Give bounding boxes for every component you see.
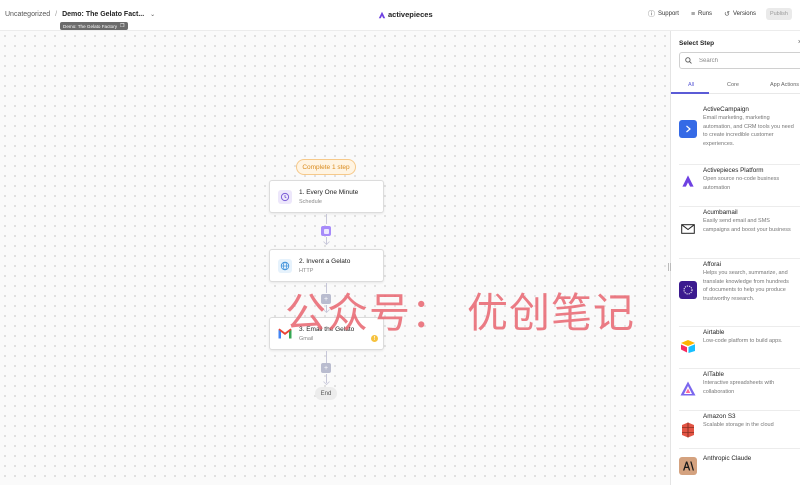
mail-icon — [679, 220, 697, 238]
piece-name: Airtable — [703, 329, 725, 336]
anthropic-icon — [679, 457, 697, 475]
select-step-panel: Select Step × All Core App Actions Activ… — [671, 31, 800, 485]
piece-description: Easily send email and SMS campaigns and … — [703, 218, 791, 233]
versions-label: Versions — [732, 11, 756, 17]
add-step-button[interactable] — [321, 226, 331, 236]
end-node: End — [315, 387, 337, 400]
runs-button[interactable]: ≡ Runs — [691, 11, 712, 18]
piece-item-activecampaign[interactable]: ActiveCampaign Email marketing, marketin… — [679, 106, 800, 165]
piece-item-amazon-s3[interactable]: Amazon S3 Scalable storage in the cloud — [679, 413, 800, 449]
piece-description: Low-code platform to build apps. — [703, 338, 783, 344]
step-subtitle: Schedule — [299, 198, 322, 205]
activecampaign-icon — [679, 120, 697, 138]
connector-line — [326, 214, 327, 224]
runs-label: Runs — [698, 11, 713, 17]
app-logo[interactable]: activepieces — [378, 10, 433, 19]
breadcrumb-folder[interactable]: Uncategorized — [5, 11, 50, 18]
piece-item-acumbamail[interactable]: Acumbamail Easily send email and SMS cam… — [679, 209, 800, 259]
breadcrumb: Uncategorized / Demo: The Gelato Fact...… — [5, 11, 155, 18]
piece-item-airtable[interactable]: Airtable Low-code platform to build apps… — [679, 329, 800, 369]
tab-app-actions[interactable]: App Actions — [770, 82, 799, 88]
search-icon — [685, 57, 692, 64]
globe-icon — [278, 258, 292, 273]
piece-item-activepieces-platform[interactable]: Activepieces Platform Open source no-cod… — [679, 167, 800, 207]
piece-name: Anthropic Claude — [703, 455, 752, 462]
support-label: Support — [657, 11, 679, 17]
step-subtitle: HTTP — [299, 267, 314, 274]
top-bar: Uncategorized / Demo: The Gelato Fact...… — [0, 0, 800, 31]
step-card-1[interactable]: 1. Every One Minute Schedule — [269, 180, 384, 213]
piece-description: Interactive spreadsheets with collaborat… — [703, 380, 775, 395]
piece-name: Amazon S3 — [703, 413, 736, 420]
afforai-icon — [679, 281, 697, 299]
piece-item-aitable[interactable]: AITable Interactive spreadsheets with co… — [679, 371, 800, 411]
step-title: 1. Every One Minute — [299, 188, 359, 196]
step-tabs: All Core App Actions — [671, 79, 800, 94]
support-button[interactable]: ⓘ Support — [648, 9, 679, 19]
logo-text: activepieces — [388, 10, 433, 19]
airtable-icon — [679, 337, 697, 355]
piece-name: ActiveCampaign — [703, 106, 749, 113]
active-tab-indicator — [671, 92, 709, 94]
piece-description: Open source no-code business automation — [703, 176, 780, 191]
step-card-2[interactable]: 2. Invent a Gelato HTTP — [269, 249, 384, 282]
help-circle-icon: ⓘ — [647, 11, 655, 18]
chevron-down-icon[interactable]: ⌄ — [150, 11, 155, 18]
search-input[interactable] — [699, 57, 779, 64]
watermark-text: 公众号： 优创笔记 — [285, 289, 636, 337]
flow-name[interactable]: Demo: The Gelato Fact... — [62, 11, 144, 18]
copy-icon[interactable]: ❐ — [120, 23, 124, 29]
piece-item-anthropic-claude[interactable]: Anthropic Claude — [679, 451, 800, 485]
step-title: 2. Invent a Gelato — [299, 257, 351, 265]
add-step-button[interactable]: + — [321, 363, 331, 373]
arrow-down-icon — [323, 241, 330, 245]
tooltip-text: Demo: The Gelato Factory — [63, 23, 118, 29]
s3-icon — [679, 421, 697, 439]
clock-icon — [278, 189, 292, 204]
search-field[interactable] — [679, 52, 800, 69]
flow-name-tooltip: Demo: The Gelato Factory ❐ — [60, 22, 128, 30]
piece-name: Activepieces Platform — [703, 167, 764, 174]
piece-description: Helps you search, summarize, and transla… — [703, 270, 789, 302]
piece-name: Acumbamail — [703, 209, 738, 216]
piece-description: Email marketing, marketing automation, a… — [703, 115, 794, 147]
panel-title: Select Step — [679, 40, 715, 47]
connector-line — [326, 351, 327, 363]
arrow-down-icon — [323, 381, 330, 385]
activepieces-icon — [679, 172, 697, 190]
tab-all[interactable]: All — [688, 82, 694, 88]
piece-description: Scalable storage in the cloud — [703, 422, 774, 428]
header-actions: ⓘ Support ≡ Runs ↺ Versions Publish — [636, 8, 792, 20]
tab-core[interactable]: Core — [727, 82, 739, 88]
publish-button[interactable]: Publish — [765, 8, 792, 20]
aitable-icon — [679, 379, 697, 397]
history-icon: ↺ — [724, 11, 730, 18]
breadcrumb-separator: / — [55, 11, 58, 18]
piece-item-afforai[interactable]: Afforai Helps you search, summarize, and… — [679, 261, 800, 327]
piece-name: AITable — [703, 371, 725, 378]
versions-button[interactable]: ↺ Versions — [724, 10, 756, 18]
activepieces-logo-icon — [378, 11, 386, 18]
runs-icon: ≡ — [690, 10, 696, 18]
complete-steps-badge[interactable]: Complete 1 step — [296, 159, 356, 175]
piece-name: Afforai — [703, 261, 722, 268]
